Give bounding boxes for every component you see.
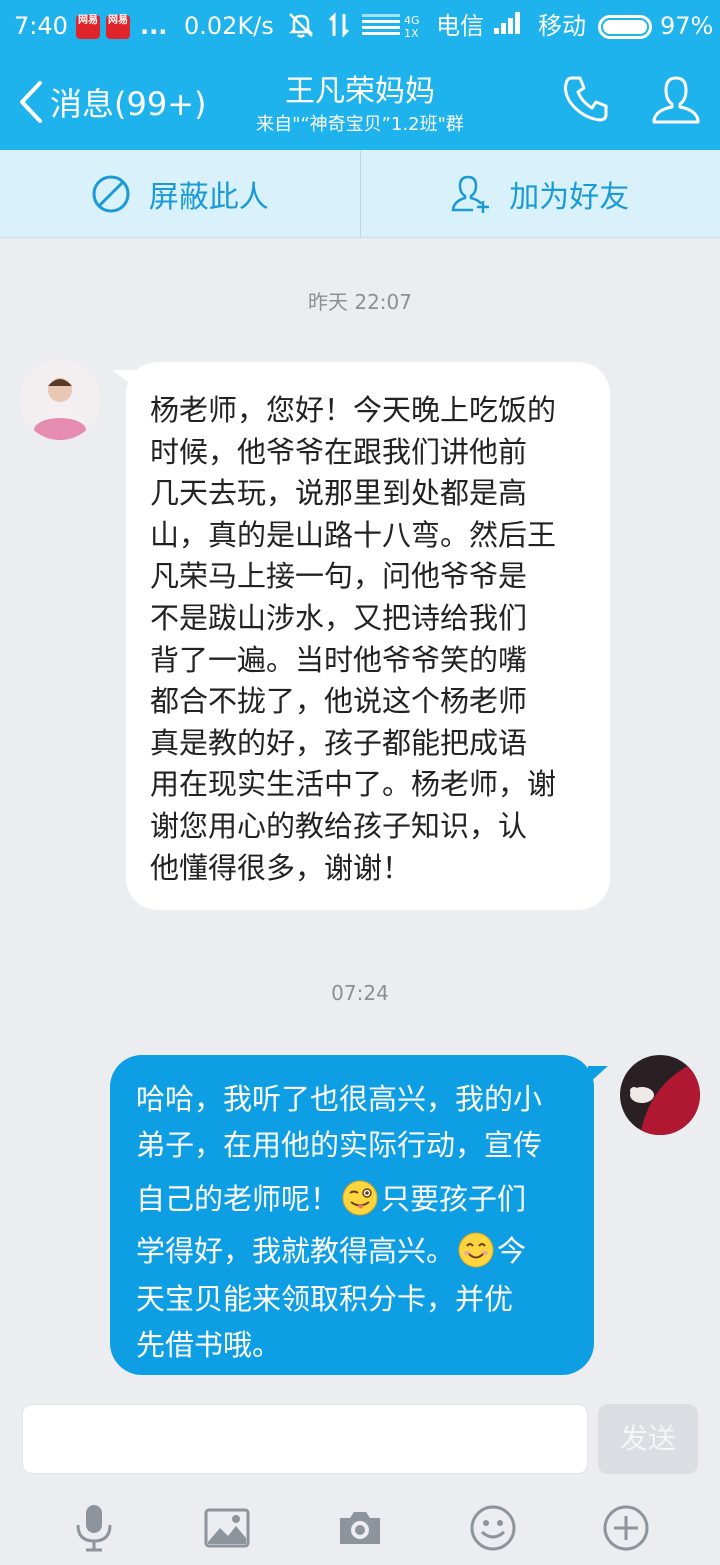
network-speed: 0.02K/s (184, 12, 274, 40)
plus-circle-icon (603, 1505, 649, 1550)
mute-icon (286, 10, 316, 48)
block-user-button[interactable]: 屏蔽此人 (0, 150, 360, 237)
stranger-action-bar: 屏蔽此人 加为好友 (0, 150, 720, 238)
camera-icon (339, 1511, 380, 1544)
signal-strength-icon (494, 10, 524, 44)
voice-button[interactable] (64, 1498, 124, 1558)
add-person-icon (451, 175, 490, 213)
message-line: 背了一遍。当时他爷爷笑的嘴 (150, 642, 528, 677)
message-line: 自己的老师呢！ 只要孩子们 (136, 1173, 572, 1225)
send-button[interactable]: 发送 (598, 1404, 698, 1474)
message-line: 时候，他爷爷在跟我们讲他前 (150, 434, 528, 469)
message-line: 几天去玩，说那里到处都是高 (150, 476, 528, 511)
message-line: 凡荣马上接一句，问他爷爷是 (150, 559, 528, 594)
message-line: 先借书哦。 (136, 1328, 282, 1362)
wink-tongue-emoji-icon (342, 1180, 378, 1216)
data-transfer-icon (328, 10, 350, 48)
battery-percent: 97% (660, 12, 714, 40)
signal-icon (362, 10, 402, 42)
carrier-2: 移动 (538, 12, 586, 40)
message-line: 山，真的是山路十八弯。然后王 (150, 517, 557, 552)
contact-source: 来自"“神奇宝贝”1.2班"群 (256, 114, 464, 135)
message-composer: 发送 (0, 1390, 720, 1490)
call-button[interactable] (562, 74, 610, 128)
message-timestamp: 07:24 (331, 981, 389, 1005)
photo-button[interactable] (197, 1498, 257, 1558)
network-type: 4G 1X (404, 14, 420, 40)
carrier-1: 电信 (436, 12, 484, 40)
message-timestamp: 昨天 22:07 (308, 290, 412, 314)
status-bar: 7:40 网易 网易 ... 0.02K/s 4G 1X 电信 移动 97% (0, 0, 720, 52)
message-line: 他懂得很多，谢谢！ (150, 850, 412, 885)
message-line: 都合不拢了，他说这个杨老师 (150, 684, 528, 719)
message-line: 用在现实生活中了。杨老师，谢 (150, 767, 557, 802)
message-line: 哈哈，我听了也很高兴，我的小 (136, 1082, 543, 1116)
block-user-label: 屏蔽此人 (148, 179, 269, 215)
message-input[interactable] (22, 1404, 588, 1474)
app-notification-icon: 网易 (76, 10, 100, 42)
outgoing-message-bubble[interactable]: 哈哈，我听了也很高兴，我的小 弟子，在用他的实际行动，宣传 自己的老师呢！ 只要孩… (110, 1055, 594, 1375)
smile-emoji-icon (458, 1232, 494, 1268)
contact-name: 王凡荣妈妈 (285, 74, 435, 109)
add-friend-button[interactable]: 加为好友 (359, 150, 720, 237)
emoji-button[interactable] (463, 1498, 523, 1558)
message-line: 不是跋山涉水，又把诗给我们 (150, 600, 528, 635)
bubble-tail (588, 1066, 608, 1084)
person-icon (652, 76, 700, 124)
microphone-icon (76, 1504, 112, 1551)
smiley-icon (470, 1505, 516, 1550)
message-line: 学得好，我就教得高兴。今 (136, 1225, 572, 1277)
message-line: 弟子，在用他的实际行动，宣传 (136, 1128, 543, 1162)
chevron-left-icon (20, 81, 42, 123)
add-friend-label: 加为好友 (509, 179, 630, 215)
message-line: 真是教的好，孩子都能把成语 (150, 725, 528, 760)
block-icon (92, 175, 130, 212)
message-line: 杨老师，您好！今天晚上吃饭的 (150, 393, 557, 427)
status-time: 7:40 (14, 12, 68, 40)
more-button[interactable] (596, 1498, 656, 1558)
incoming-message-bubble[interactable]: 杨老师，您好！今天晚上吃饭的 时候，他爷爷在跟我们讲他前 几天去玩，说那里到处都… (126, 362, 610, 910)
message-line: 谢您用心的教给孩子知识，认 (150, 808, 528, 843)
image-icon (204, 1508, 250, 1547)
more-notifications: ... (140, 12, 168, 40)
contact-avatar[interactable] (20, 360, 100, 440)
camera-button[interactable] (330, 1498, 390, 1558)
battery-icon (598, 10, 652, 42)
composer-toolbar (0, 1490, 720, 1565)
app-notification-icon: 网易 (106, 10, 130, 42)
profile-button[interactable] (650, 74, 702, 130)
my-avatar[interactable] (620, 1055, 700, 1135)
chat-header: 消息(99+) 王凡荣妈妈 来自"“神奇宝贝”1.2班"群 (0, 52, 720, 150)
message-line: 天宝贝能来领取积分卡，并优 (136, 1282, 514, 1316)
phone-icon (564, 76, 608, 122)
